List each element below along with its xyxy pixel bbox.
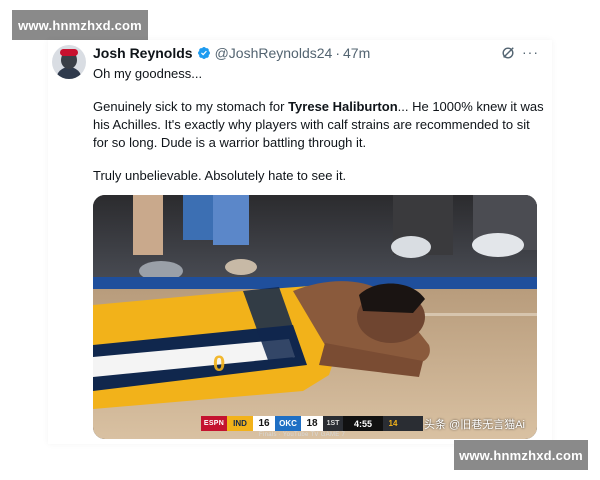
p2-prefix: Genuinely sick to my stomach for — [93, 99, 289, 114]
scorebug-network: ESPN — [201, 416, 227, 431]
tweet-paragraph-2: Genuinely sick to my stomach for Tyrese … — [93, 98, 545, 152]
player-mention: Tyrese Haliburton — [288, 99, 398, 114]
tweet-line-3: Truly unbelievable. Absolutely hate to s… — [93, 168, 347, 183]
scorebug-team2: OKC — [275, 416, 301, 431]
scorebug-clock: 4:55 — [343, 416, 383, 431]
author-name[interactable]: Josh Reynolds — [93, 45, 193, 61]
separator-dot: · — [335, 45, 340, 61]
scorebug-score1: 16 — [253, 416, 275, 431]
grok-icon[interactable] — [501, 46, 515, 60]
source-watermark: 头条 @旧巷无言猫Ai — [424, 419, 526, 431]
scorebug-team1: IND — [227, 416, 253, 431]
scorebug-quarter: 1ST — [326, 420, 340, 427]
timestamp[interactable]: 47m — [343, 45, 370, 61]
author-handle[interactable]: @JoshReynolds24 — [215, 45, 333, 61]
scorebug-subline: Finals · YouTube TV GAME 7 — [259, 432, 346, 438]
scorebug-score2: 18 — [301, 416, 323, 431]
injured-player-photo: 0 — [93, 195, 537, 439]
site-watermark-bottom: www.hnmzhxd.com — [454, 440, 588, 470]
more-options-icon[interactable]: ··· — [522, 45, 539, 59]
verified-badge-icon — [197, 47, 210, 59]
tweet-media-image[interactable]: 0 ESPN IND 16 OKC 18 1ST 4:55 14 Finals … — [93, 195, 537, 439]
svg-text:0: 0 — [213, 351, 225, 376]
tweet-header: Josh Reynolds @JoshReynolds24 · 47m — [93, 45, 370, 61]
scorebug-shot-clock: 14 — [388, 419, 398, 428]
site-watermark-top: www.hnmzhxd.com — [12, 10, 148, 40]
avatar[interactable] — [52, 45, 86, 79]
tweet-card: Josh Reynolds @JoshReynolds24 · 47m ··· … — [48, 40, 552, 444]
tweet-line-1: Oh my goodness... — [93, 66, 203, 81]
scorebug: ESPN IND 16 OKC 18 1ST 4:55 14 — [201, 416, 423, 431]
